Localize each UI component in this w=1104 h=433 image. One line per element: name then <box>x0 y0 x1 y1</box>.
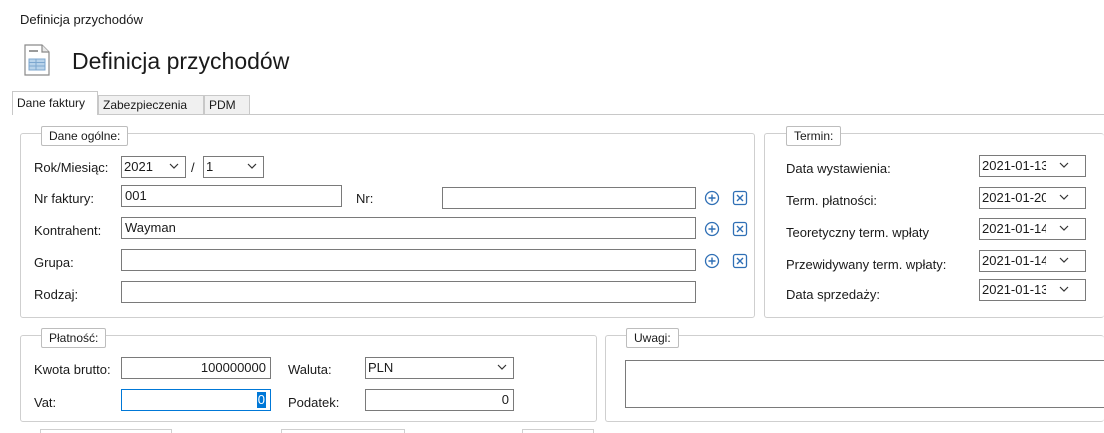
next-group-legend <box>281 429 405 433</box>
chevron-down-icon <box>1059 194 1069 200</box>
clear-nr-icon[interactable] <box>732 190 748 206</box>
kind-label: Rodzaj: <box>34 287 79 302</box>
add-nr-icon[interactable] <box>704 190 720 206</box>
theoretical-term-label: Teoretyczny term. wpłaty <box>786 225 930 240</box>
payment-legend: Płatność: <box>41 328 107 348</box>
tax-label: Podatek: <box>288 395 340 410</box>
theoretical-term-picker[interactable]: 2021-01-14 <box>979 218 1086 240</box>
currency-label: Waluta: <box>288 362 332 377</box>
gross-amount-label: Kwota brutto: <box>34 362 111 377</box>
notes-legend: Uwagi: <box>626 328 679 348</box>
invoice-no-input[interactable]: 001 <box>121 185 342 207</box>
year-value: 2021 <box>124 159 153 174</box>
expected-term-picker[interactable]: 2021-01-14 <box>979 250 1086 272</box>
terms-legend: Termin: <box>786 126 842 146</box>
tax-input[interactable]: 0 <box>365 389 514 411</box>
chevron-down-icon <box>169 163 179 169</box>
chevron-down-icon <box>497 364 507 370</box>
sale-date-picker[interactable]: 2021-01-13 <box>979 279 1086 301</box>
month-select[interactable]: 1 <box>203 156 264 178</box>
chevron-down-icon <box>1059 162 1069 168</box>
month-value: 1 <box>206 159 214 174</box>
year-select[interactable]: 2021 <box>121 156 186 178</box>
tab-pdm[interactable]: PDM <box>204 95 250 114</box>
chevron-down-icon <box>1059 257 1069 263</box>
sale-date-value: 2021-01-13 <box>982 282 1046 297</box>
invoice-no-label: Nr faktury: <box>34 191 94 206</box>
vat-input[interactable]: 0 <box>121 389 271 411</box>
page-title: Definicja przychodów <box>72 48 290 74</box>
sale-date-label: Data sprzedaży: <box>786 287 880 302</box>
theoretical-term-value: 2021-01-14 <box>982 221 1046 236</box>
issue-date-label: Data wystawienia: <box>786 161 891 176</box>
document-form-icon <box>24 44 50 76</box>
add-group-icon[interactable] <box>704 253 720 269</box>
chevron-down-icon <box>1059 225 1069 231</box>
year-month-label: Rok/Miesiąc: <box>34 160 109 175</box>
contractor-label: Kontrahent: <box>34 223 102 238</box>
notes-textarea[interactable] <box>625 360 1104 408</box>
clear-group-icon[interactable] <box>732 253 748 269</box>
issue-date-value: 2021-01-13 <box>982 158 1046 173</box>
expected-term-value: 2021-01-14 <box>982 253 1046 268</box>
payment-term-value: 2021-01-20 <box>982 190 1046 205</box>
add-contractor-icon[interactable] <box>704 221 720 237</box>
payment-term-picker[interactable]: 2021-01-20 <box>979 187 1086 209</box>
vat-value: 0 <box>256 392 266 408</box>
year-month-separator: / <box>191 160 195 175</box>
group-input[interactable] <box>121 249 696 271</box>
group-label: Grupa: <box>34 255 74 270</box>
payment-term-label: Term. płatności: <box>786 193 878 208</box>
clear-contractor-icon[interactable] <box>732 221 748 237</box>
tab-dane-faktury[interactable]: Dane faktury <box>12 91 98 115</box>
tab-zabezpieczenia[interactable]: Zabezpieczenia <box>98 95 204 114</box>
general-legend: Dane ogólne: <box>41 126 129 146</box>
window-title: Definicja przychodów <box>20 12 143 27</box>
tab-strip-divider <box>12 114 1104 115</box>
kind-input[interactable] <box>121 281 696 303</box>
currency-value: PLN <box>368 360 394 375</box>
contractor-input[interactable]: Wayman <box>121 217 696 239</box>
next-group-legend <box>522 429 594 433</box>
nr-input[interactable] <box>442 187 696 209</box>
vat-label: Vat: <box>34 395 57 410</box>
currency-select[interactable]: PLN <box>365 357 514 379</box>
chevron-down-icon <box>1059 286 1069 292</box>
next-group-legend <box>40 429 172 433</box>
nr-label: Nr: <box>356 191 374 206</box>
chevron-down-icon <box>247 163 257 169</box>
issue-date-picker[interactable]: 2021-01-13 <box>979 155 1086 177</box>
expected-term-label: Przewidywany term. wpłaty: <box>786 257 947 272</box>
gross-amount-input[interactable]: 100000000 <box>121 357 271 379</box>
